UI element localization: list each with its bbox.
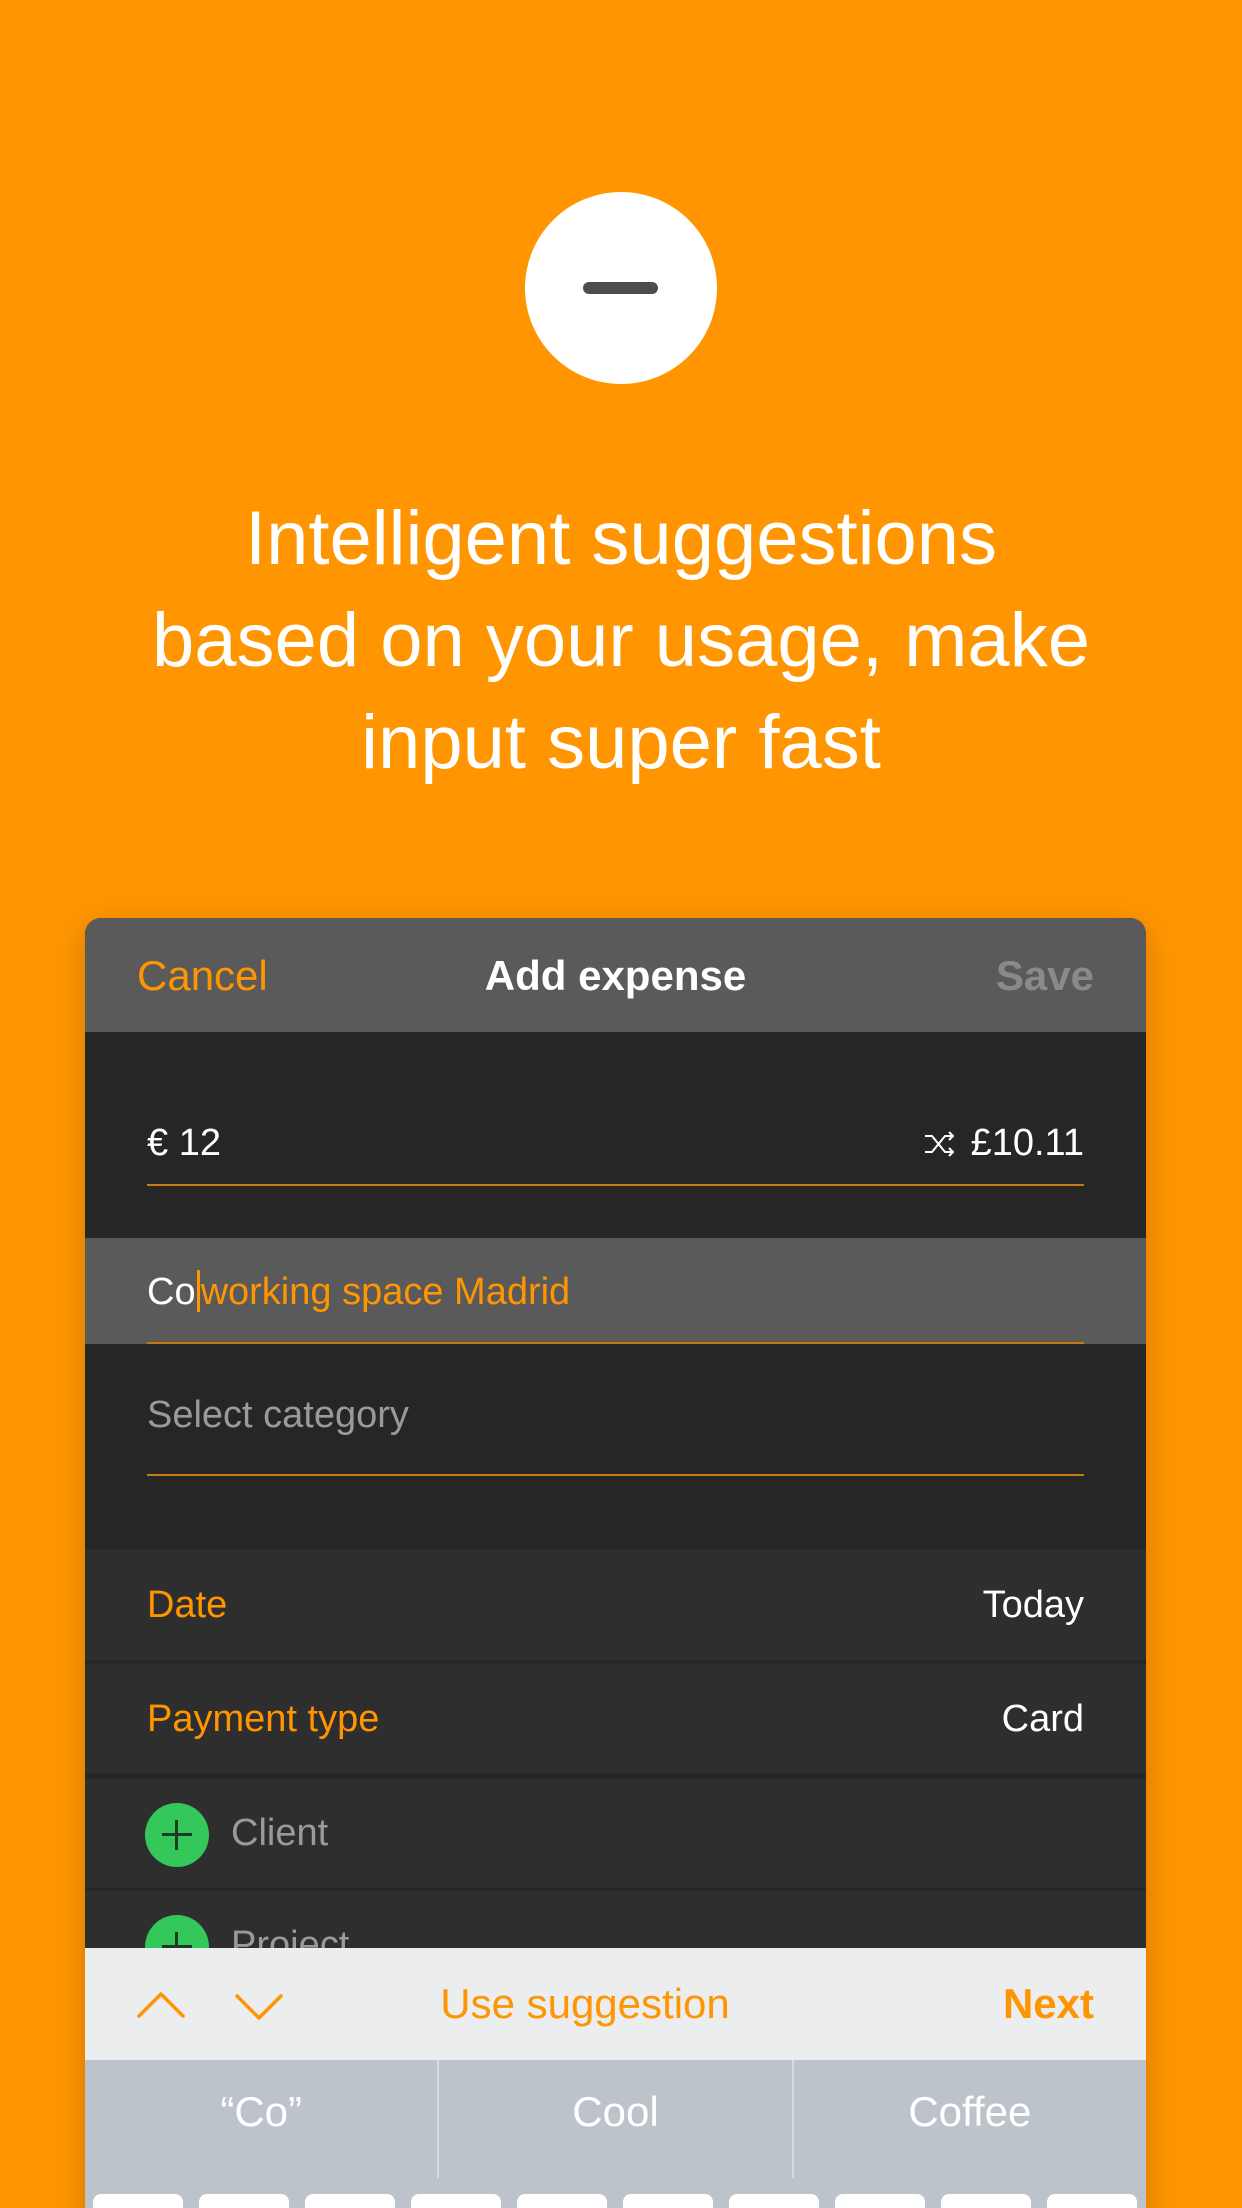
predictive-text-bar: “Co” Cool Coffee xyxy=(85,2060,1146,2178)
payment-type-label: Payment type xyxy=(147,1698,380,1740)
keyboard-key[interactable] xyxy=(199,2194,289,2208)
screen-title: Add expense xyxy=(484,952,747,999)
client-label: Client xyxy=(231,1812,329,1854)
prediction-1[interactable]: “Co” xyxy=(85,2060,440,2178)
inline-suggestion: working space Madrid xyxy=(200,1271,571,1313)
keyboard-key[interactable] xyxy=(941,2194,1031,2208)
expense-name-input[interactable]: Co working space Madrid xyxy=(147,1270,570,1314)
keyboard-key[interactable] xyxy=(729,2194,819,2208)
expense-name-field[interactable]: Co working space Madrid xyxy=(85,1238,1146,1344)
use-suggestion-button[interactable]: Use suggestion xyxy=(85,1980,1085,2028)
typed-text: Co xyxy=(147,1271,196,1313)
minus-badge-icon xyxy=(525,192,717,384)
text-cursor xyxy=(196,1270,200,1312)
category-underline xyxy=(147,1474,1084,1476)
amount-input[interactable]: € 12 xyxy=(147,1122,221,1165)
keyboard-key[interactable] xyxy=(305,2194,395,2208)
navigation-bar: Cancel Add expense Save xyxy=(85,918,1146,1032)
keyboard-key[interactable] xyxy=(835,2194,925,2208)
client-row[interactable]: Client xyxy=(85,1778,1146,1888)
amount-underline xyxy=(147,1184,1084,1186)
date-value[interactable]: Today xyxy=(983,1584,1084,1627)
prediction-3[interactable]: Coffee xyxy=(794,2060,1146,2178)
date-label: Date xyxy=(147,1584,228,1626)
keyboard-key[interactable] xyxy=(623,2194,713,2208)
shuffle-icon[interactable] xyxy=(923,1127,957,1161)
plus-circle-icon[interactable] xyxy=(145,1803,209,1867)
keyboard-key[interactable] xyxy=(517,2194,607,2208)
next-button[interactable]: Next xyxy=(1003,1980,1094,2028)
converted-value: £10.11 xyxy=(970,1122,1084,1164)
minus-icon xyxy=(583,282,658,294)
headline: Intelligent suggestions based on your us… xyxy=(60,488,1182,794)
category-field[interactable]: Select category xyxy=(85,1344,1146,1478)
add-expense-screen: Cancel Add expense Save € 12 £10.11 Co wo… xyxy=(85,918,1146,2208)
headline-line-3: input super fast xyxy=(361,700,881,785)
prediction-2[interactable]: Cool xyxy=(439,2060,794,2178)
category-placeholder[interactable]: Select category xyxy=(147,1394,409,1437)
keyboard-key[interactable] xyxy=(1047,2194,1137,2208)
save-button[interactable]: Save xyxy=(996,952,1094,1000)
payment-type-value[interactable]: Card xyxy=(1002,1698,1084,1741)
converted-amount[interactable]: £10.11 xyxy=(923,1122,1084,1165)
headline-line-2: based on your usage, make xyxy=(152,598,1090,683)
payment-type-row[interactable]: Payment type Card xyxy=(85,1664,1146,1774)
headline-line-1: Intelligent suggestions xyxy=(244,496,998,581)
date-row[interactable]: Date Today xyxy=(85,1550,1146,1660)
keyboard-accessory-bar: Use suggestion Next xyxy=(85,1948,1146,2060)
amount-row[interactable]: € 12 £10.11 xyxy=(85,1032,1146,1186)
keyboard-keys-row xyxy=(85,2178,1146,2208)
keyboard-key[interactable] xyxy=(93,2194,183,2208)
keyboard-key[interactable] xyxy=(411,2194,501,2208)
